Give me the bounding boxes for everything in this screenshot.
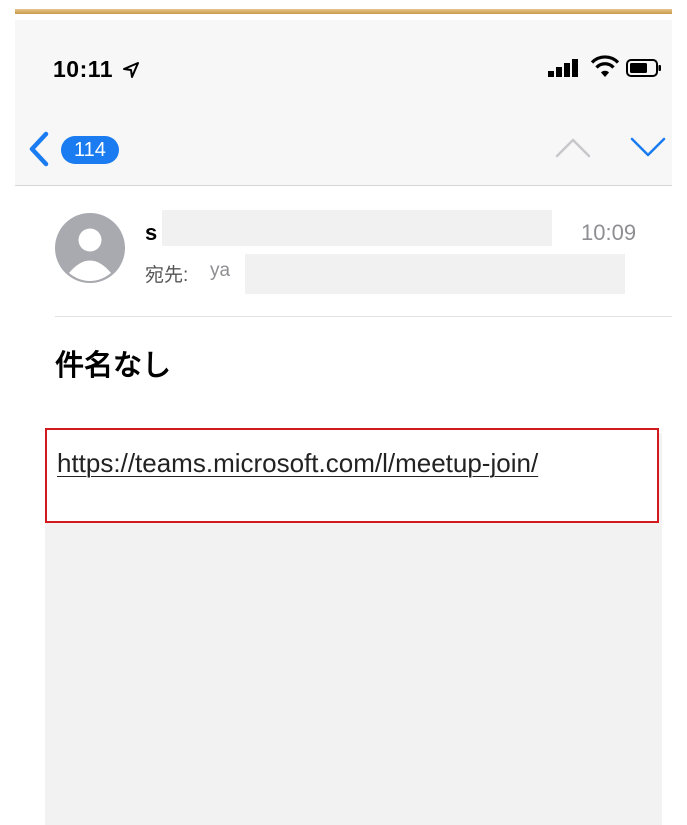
back-button[interactable]: 114 <box>27 127 137 171</box>
highlighted-link-box: https://teams.microsoft.com/l/meetup-joi… <box>45 428 659 523</box>
recipient-label: 宛先: <box>145 265 189 286</box>
header-divider <box>55 316 672 317</box>
next-message-button[interactable] <box>628 130 668 164</box>
unread-count-badge: 114 <box>61 136 119 164</box>
phone-screen: 10:11 114 s 10:09 宛先: ya 件名なし https://te… <box>15 20 672 825</box>
meeting-link[interactable]: https://teams.microsoft.com/l/meetup-joi… <box>57 442 617 484</box>
status-time: 10:11 <box>53 56 114 82</box>
message-subject: 件名なし <box>55 350 172 382</box>
redacted-recipient-area <box>245 254 625 294</box>
previous-message-button[interactable] <box>553 130 593 164</box>
recipient-value[interactable]: ya <box>210 260 230 282</box>
sender-name[interactable]: s <box>145 220 157 246</box>
decorative-border <box>15 9 672 14</box>
avatar[interactable] <box>55 213 125 283</box>
redacted-sender-area <box>162 210 552 246</box>
navigation-area: 10:11 114 <box>15 20 672 185</box>
chevron-left-icon <box>29 131 49 167</box>
top-strip <box>0 0 687 20</box>
battery-icon <box>626 59 661 77</box>
message-time: 10:09 <box>581 220 637 245</box>
location-arrow-icon <box>123 62 139 78</box>
nav-divider <box>15 185 672 186</box>
chevron-up-icon <box>555 138 591 158</box>
wifi-icon <box>590 55 620 77</box>
cellular-signal-icon <box>548 59 578 77</box>
chevron-down-icon <box>630 137 666 157</box>
